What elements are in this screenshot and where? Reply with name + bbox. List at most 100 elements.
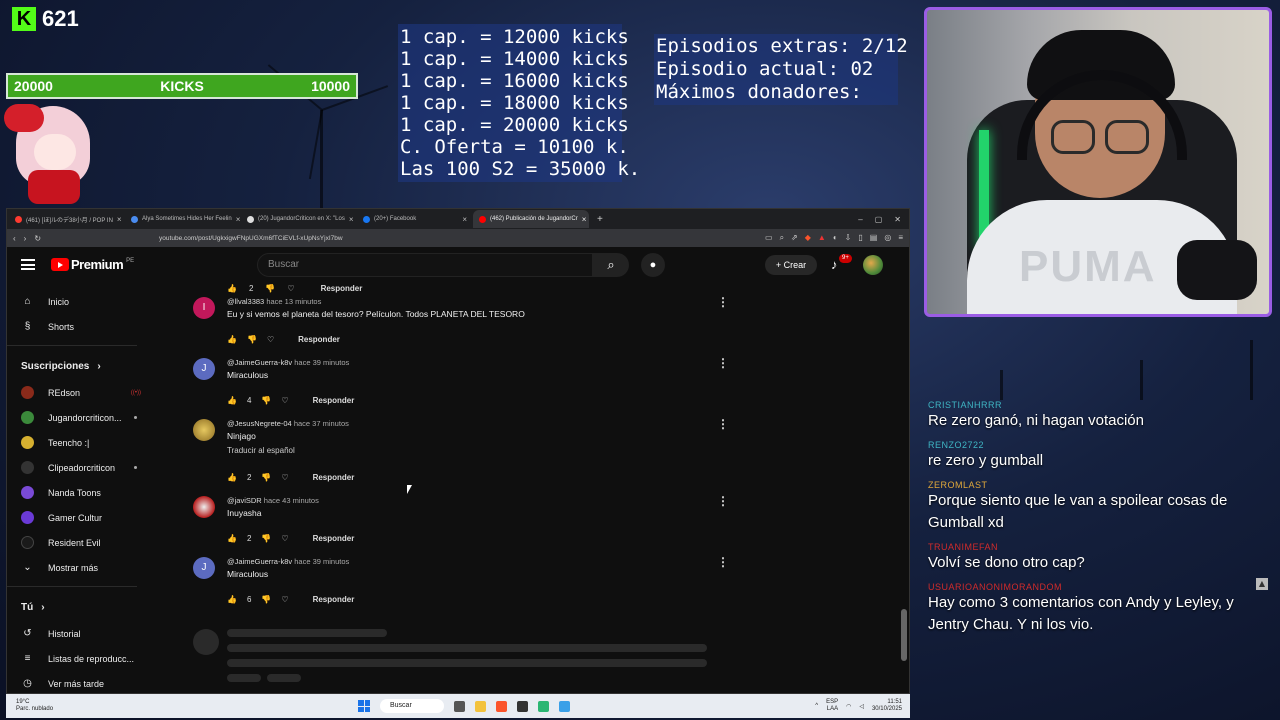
menu-icon[interactable]: ≡ xyxy=(898,233,903,243)
like-icon[interactable]: 👍 xyxy=(227,534,237,543)
scrollbar[interactable] xyxy=(901,609,907,661)
share-icon[interactable]: ⇗ xyxy=(791,233,798,243)
search-input[interactable]: Buscar xyxy=(257,253,593,277)
taskview-icon[interactable] xyxy=(454,700,465,712)
heart-icon[interactable]: ♡ xyxy=(281,396,288,405)
sidebar-item-watch-later[interactable]: ◷ Ver más tarde xyxy=(7,671,155,693)
volume-icon[interactable]: ◁ xyxy=(859,703,864,710)
reload-icon[interactable]: ↻ xyxy=(34,234,41,243)
sidebar-item-subscription[interactable]: Teencho :| xyxy=(7,430,155,455)
taskbar-search[interactable]: Buscar xyxy=(380,699,444,713)
show-more-button[interactable]: ⌄ Mostrar más xyxy=(7,555,155,580)
more-options-icon[interactable]: ⋮ xyxy=(717,356,729,370)
comment-author[interactable]: @llval3383 xyxy=(227,297,264,306)
browser-tab[interactable]: (20+) Facebook × xyxy=(357,210,473,228)
comment-author[interactable]: @javiSDR xyxy=(227,496,262,505)
heart-icon[interactable]: ♡ xyxy=(267,335,274,344)
more-options-icon[interactable]: ⋮ xyxy=(717,295,729,309)
zoom-icon[interactable]: ⌕ xyxy=(780,233,784,243)
sidebar-item-inicio[interactable]: ⌂ Inicio xyxy=(7,289,155,314)
comment-author[interactable]: @JesusNegrete-04 xyxy=(227,419,292,428)
more-options-icon[interactable]: ⋮ xyxy=(717,555,729,569)
search-icon[interactable]: ⌕ xyxy=(593,253,629,277)
create-button[interactable]: + Crear xyxy=(765,255,817,275)
reply-button[interactable]: Responder xyxy=(321,284,363,293)
more-options-icon[interactable]: ⋮ xyxy=(717,417,729,431)
heart-icon[interactable]: ♡ xyxy=(287,284,294,293)
close-icon[interactable]: × xyxy=(236,215,241,224)
close-window-button[interactable]: ✕ xyxy=(894,215,901,224)
url-field[interactable]: youtube.com/post/UgkxigwFNpUGXm6fTCiEVLf… xyxy=(159,235,343,242)
comment-author[interactable]: @JaimeGuerra-k8v xyxy=(227,358,292,367)
sidebar-item-subscription[interactable]: Resident Evil xyxy=(7,530,155,555)
obs-icon[interactable] xyxy=(517,700,528,712)
translate-link[interactable]: Traducir al español xyxy=(227,446,733,455)
dislike-icon[interactable]: 👎 xyxy=(261,595,271,604)
like-icon[interactable]: 👍 xyxy=(227,396,237,405)
windows-start-icon[interactable] xyxy=(358,700,370,712)
avatar[interactable]: J xyxy=(193,557,215,579)
reply-button[interactable]: Responder xyxy=(298,335,340,344)
reply-button[interactable]: Responder xyxy=(313,396,355,405)
sidebar-item-subscription[interactable]: Clipeadorcriticon xyxy=(7,455,155,480)
maximize-button[interactable]: ▢ xyxy=(875,215,883,224)
avatar[interactable]: I xyxy=(193,297,215,319)
new-tab-button[interactable]: + xyxy=(589,214,603,225)
sidebar-toggle-icon[interactable]: ▯ xyxy=(858,233,862,243)
sidebar-item-subscription[interactable]: Nanda Toons xyxy=(7,480,155,505)
heart-icon[interactable]: ♡ xyxy=(281,595,288,604)
like-icon[interactable]: 👍 xyxy=(227,284,237,293)
language-indicator[interactable]: ESP LAA xyxy=(826,699,838,713)
dislike-icon[interactable]: 👎 xyxy=(261,534,271,543)
back-icon[interactable]: ‹ xyxy=(13,234,16,243)
download-icon[interactable]: ⇩ xyxy=(845,233,852,243)
vpn-icon[interactable]: ◎ xyxy=(884,233,891,243)
bell-icon[interactable]: ♪ xyxy=(831,257,838,272)
dislike-icon[interactable]: 👎 xyxy=(247,335,257,344)
close-icon[interactable]: × xyxy=(462,215,467,224)
brave-browser-icon[interactable] xyxy=(496,700,507,712)
like-icon[interactable]: 👍 xyxy=(227,473,237,482)
close-icon[interactable]: × xyxy=(582,215,587,224)
heart-icon[interactable]: ♡ xyxy=(281,534,288,543)
sidebar-item-subscription[interactable]: Jugandorcriticon... xyxy=(7,405,155,430)
avatar[interactable] xyxy=(863,255,883,275)
file-explorer-icon[interactable] xyxy=(475,700,486,712)
reply-button[interactable]: Responder xyxy=(313,473,355,482)
forward-icon[interactable]: › xyxy=(24,234,27,243)
browser-tab[interactable]: Alya Sometimes Hides Her Feelin × xyxy=(125,210,241,228)
avatar[interactable] xyxy=(193,419,215,441)
wallet-icon[interactable]: ▤ xyxy=(870,233,878,243)
youtube-logo[interactable]: Premium PE xyxy=(51,257,134,272)
browser-tab-active[interactable]: (462) Publicación de JugandorCr × xyxy=(473,210,589,228)
rewards-icon[interactable]: ▲ xyxy=(818,233,826,243)
screenshot-icon[interactable]: ▭ xyxy=(765,233,773,243)
avatar[interactable] xyxy=(193,496,215,518)
dislike-icon[interactable]: 👎 xyxy=(261,396,271,405)
sidebar-section-you[interactable]: Tú › xyxy=(7,593,155,621)
brave-shield-icon[interactable]: ◆ xyxy=(805,233,811,243)
tray-chevron-icon[interactable]: ^ xyxy=(815,703,818,709)
comment-author[interactable]: @JaimeGuerra-k8v xyxy=(227,557,292,566)
minimize-button[interactable]: – xyxy=(858,215,862,224)
like-icon[interactable]: 👍 xyxy=(227,335,237,344)
sidebar-item-history[interactable]: ↺ Historial xyxy=(7,621,155,646)
avatar[interactable]: J xyxy=(193,358,215,380)
heart-icon[interactable]: ♡ xyxy=(281,473,288,482)
sidebar-section-subscriptions[interactable]: Suscripciones › xyxy=(7,352,155,380)
dislike-icon[interactable]: 👎 xyxy=(261,473,271,482)
sidebar-item-shorts[interactable]: § Shorts xyxy=(7,314,155,339)
clock[interactable]: 11:51 30/10/2025 xyxy=(872,699,902,713)
like-icon[interactable]: 👍 xyxy=(227,595,237,604)
microphone-icon[interactable]: ● xyxy=(641,253,665,277)
sidebar-item-subscription[interactable]: Gamer Cultur xyxy=(7,505,155,530)
weather-widget[interactable]: 19°C Parc. nublado xyxy=(16,699,53,713)
menu-icon[interactable] xyxy=(21,259,35,270)
close-icon[interactable]: × xyxy=(349,215,354,224)
more-options-icon[interactable]: ⋮ xyxy=(717,494,729,508)
wifi-icon[interactable]: ◠ xyxy=(846,703,851,710)
sidebar-item-playlists[interactable]: ≡ Listas de reproducc... xyxy=(7,646,155,671)
sidebar-item-subscription[interactable]: REdson ((•)) xyxy=(7,380,155,405)
extension-icon[interactable]: ◐ xyxy=(833,233,838,243)
close-icon[interactable]: × xyxy=(117,215,122,224)
